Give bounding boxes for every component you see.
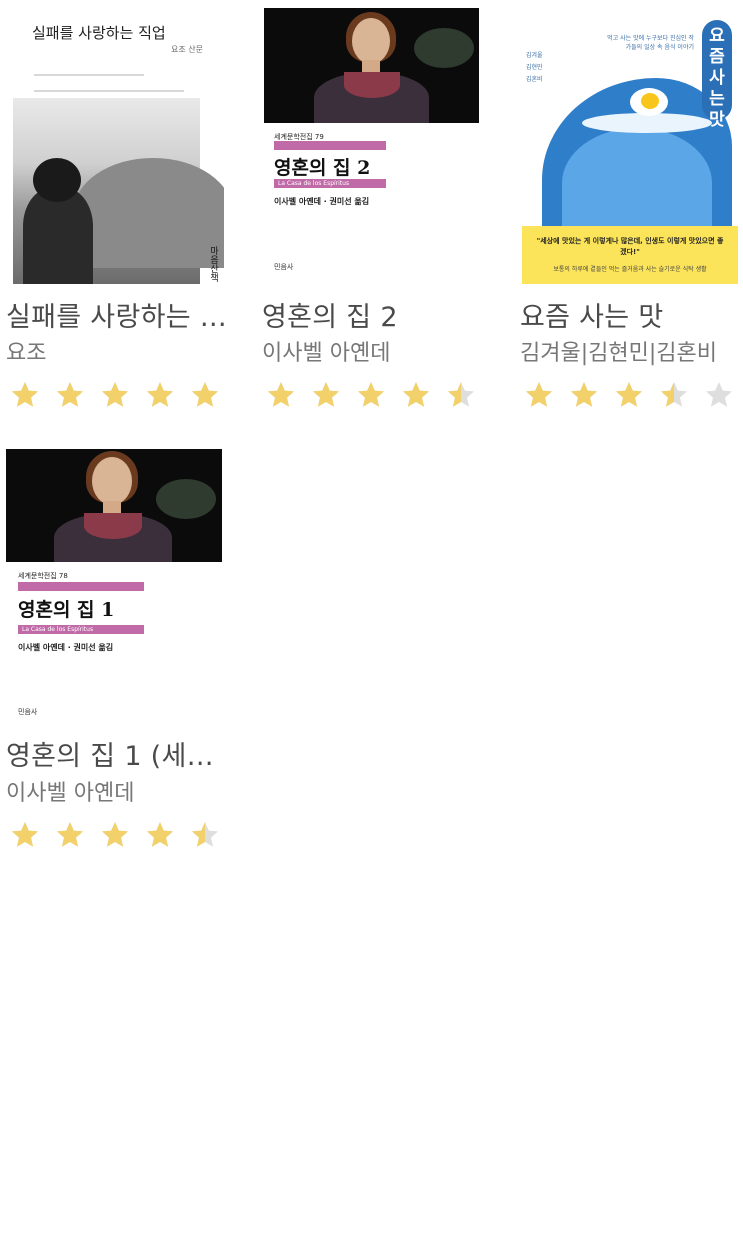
star-icon xyxy=(401,380,431,410)
star-icon xyxy=(10,380,40,410)
cover-author: 요조 산문 xyxy=(171,45,203,54)
star-icon xyxy=(266,380,296,410)
star-icon xyxy=(659,380,689,410)
cover-vertical-title: 요즘사는맛 xyxy=(702,20,732,130)
star-icon xyxy=(524,380,554,410)
cover-series: 세계문학전집 78 xyxy=(18,572,68,580)
book-author: 요조 xyxy=(6,341,47,366)
cover-publisher: 민음사 xyxy=(18,708,38,716)
cover-title: 영혼의 집 1 xyxy=(18,599,115,621)
cover-title: 실패를 사랑하는 직업 xyxy=(32,24,166,42)
book-cover[interactable]: 세계문학전집 78 영혼의 집 1 La Casa de los Espírit… xyxy=(6,449,222,725)
cover-quote: "세상에 맛있는 게 이렇게나 많은데, 인생도 이렇게 맛있으면 좋겠다!" xyxy=(536,237,724,256)
star-icon xyxy=(100,380,130,410)
rating-stars xyxy=(10,820,220,850)
star-icon xyxy=(190,820,220,850)
book-author: 이사벨 아옌데 xyxy=(262,341,391,366)
star-icon xyxy=(145,380,175,410)
cover-painting xyxy=(6,449,222,562)
star-icon xyxy=(100,820,130,850)
star-icon xyxy=(10,820,40,850)
cover-publisher: 민음사 xyxy=(274,263,294,271)
cover-author: 이사벨 아옌데 · 권미선 옮김 xyxy=(18,643,114,652)
star-icon xyxy=(446,380,476,410)
book-cover[interactable]: 실패를 사랑하는 직업 요조 산문 마음산책 xyxy=(6,2,224,284)
star-icon xyxy=(356,380,386,410)
rating-stars xyxy=(10,380,220,410)
rating-stars xyxy=(266,380,476,410)
cover-publisher: 마음산책 xyxy=(208,246,218,282)
book-cover[interactable]: 요즘사는맛 김겨울 김현민 김혼비 먹고 사는 맛에 누구보다 진심인 작가들의 일… xyxy=(522,18,738,284)
star-icon xyxy=(614,380,644,410)
star-icon xyxy=(311,380,341,410)
rating-stars xyxy=(524,380,734,410)
cover-author: 이사벨 아옌데 · 권미선 옮김 xyxy=(274,197,370,206)
book-author: 이사벨 아옌데 xyxy=(6,781,135,806)
cover-painting xyxy=(264,8,479,123)
cover-tagline: 먹고 사는 맛에 누구보다 진심인 작가들의 일상 속 음식 이야기 xyxy=(607,35,694,51)
book-title[interactable]: 실패를 사랑하는 직업 xyxy=(6,301,238,335)
star-icon xyxy=(704,380,734,410)
star-icon xyxy=(145,820,175,850)
cover-photo xyxy=(13,98,224,284)
star-icon xyxy=(569,380,599,410)
book-author: 김겨울|김현민|김혼비 xyxy=(520,341,717,366)
star-icon xyxy=(55,380,85,410)
cover-subtitle: La Casa de los Espíritus xyxy=(22,626,94,633)
book-title[interactable]: 영혼의 집 1 (세계문학전집 78) xyxy=(6,740,220,774)
cover-quote-sub: 보통의 하루에 곁들인 먹는 즐거움과 사는 슬기로운 식탁 생활 xyxy=(553,266,707,273)
cover-title: 영혼의 집 2 xyxy=(274,157,371,179)
book-title[interactable]: 영혼의 집 2 xyxy=(262,301,494,335)
book-grid: 실패를 사랑하는 직업 요조 산문 마음산책 실패를 사랑하는 직업 요조 세계… xyxy=(0,0,743,1255)
star-icon xyxy=(190,380,220,410)
cover-subtitle: La Casa de los Espíritus xyxy=(278,180,350,187)
book-title[interactable]: 요즘 사는 맛 xyxy=(520,301,740,335)
book-cover[interactable]: 세계문학전집 79 영혼의 집 2 La Casa de los Espírit… xyxy=(264,8,479,284)
cover-author-list: 김겨울 김현민 김혼비 xyxy=(526,52,543,83)
star-icon xyxy=(55,820,85,850)
